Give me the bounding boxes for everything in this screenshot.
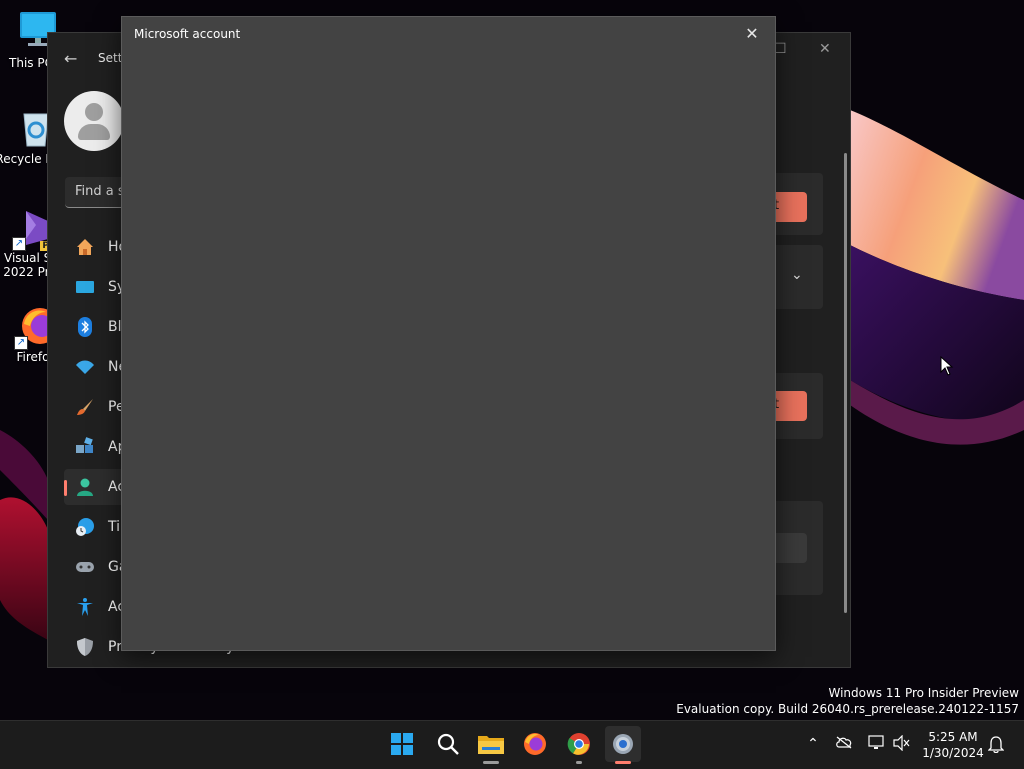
microsoft-account-dialog: Microsoft account ✕ [121, 16, 776, 651]
shield-icon [75, 637, 95, 657]
clock-time: 5:25 AM [928, 730, 978, 744]
running-indicator [576, 761, 582, 764]
accounts-icon [75, 477, 95, 497]
scrollbar[interactable] [844, 153, 847, 613]
close-icon: ✕ [745, 24, 759, 43]
folder-icon [478, 733, 504, 759]
wifi-icon [75, 357, 95, 377]
dialog-title: Microsoft account [134, 27, 241, 41]
active-indicator [615, 761, 631, 764]
firefox-taskbar-button[interactable] [517, 726, 553, 762]
start-button[interactable] [384, 726, 420, 762]
accessibility-icon [75, 597, 95, 617]
back-arrow-icon[interactable]: ← [64, 49, 77, 68]
close-icon[interactable]: ✕ [819, 41, 831, 57]
gear-icon [611, 732, 635, 760]
shortcut-arrow-icon: ↗ [14, 336, 28, 350]
clock-date: 1/30/2024 [922, 746, 984, 760]
chrome-icon [567, 732, 591, 760]
active-indicator [64, 480, 67, 496]
chrome-taskbar-button[interactable] [561, 726, 597, 764]
time-icon [75, 517, 95, 537]
shortcut-arrow-icon: ↗ [12, 237, 26, 251]
taskbar: ⌃ 5:25 AM 1/30/2024 [0, 720, 1024, 769]
watermark-line: Evaluation copy. Build 26040.rs_prerelea… [676, 702, 1019, 716]
file-explorer-button[interactable] [473, 726, 509, 764]
onedrive-icon[interactable] [835, 735, 853, 753]
volume-muted-icon[interactable] [893, 734, 911, 753]
brush-icon [75, 397, 95, 417]
settings-taskbar-button[interactable] [605, 726, 641, 764]
avatar [64, 91, 124, 151]
system-clock[interactable]: 5:25 AM 1/30/2024 [914, 729, 992, 761]
notification-bell-icon[interactable] [987, 735, 1005, 754]
home-icon [75, 237, 95, 257]
watermark-line: Windows 11 Pro Insider Preview [828, 686, 1019, 700]
chevron-down-icon[interactable]: ⌄ [791, 267, 803, 283]
system-icon [75, 277, 95, 297]
gaming-icon [75, 557, 95, 577]
running-indicator [483, 761, 499, 764]
search-button[interactable] [429, 726, 465, 762]
firefox-icon [523, 732, 547, 760]
close-button[interactable]: ✕ [738, 23, 766, 45]
chevron-up-icon[interactable]: ⌃ [804, 735, 822, 753]
search-placeholder: Find a s [75, 184, 125, 199]
bluetooth-icon [75, 317, 95, 337]
network-icon[interactable] [868, 735, 886, 753]
mouse-cursor-icon [940, 355, 954, 380]
evaluation-watermark: Windows 11 Pro Insider Preview Evaluatio… [676, 685, 1019, 717]
apps-icon [75, 437, 95, 457]
windows-logo-icon [391, 733, 413, 759]
search-icon [436, 732, 460, 760]
